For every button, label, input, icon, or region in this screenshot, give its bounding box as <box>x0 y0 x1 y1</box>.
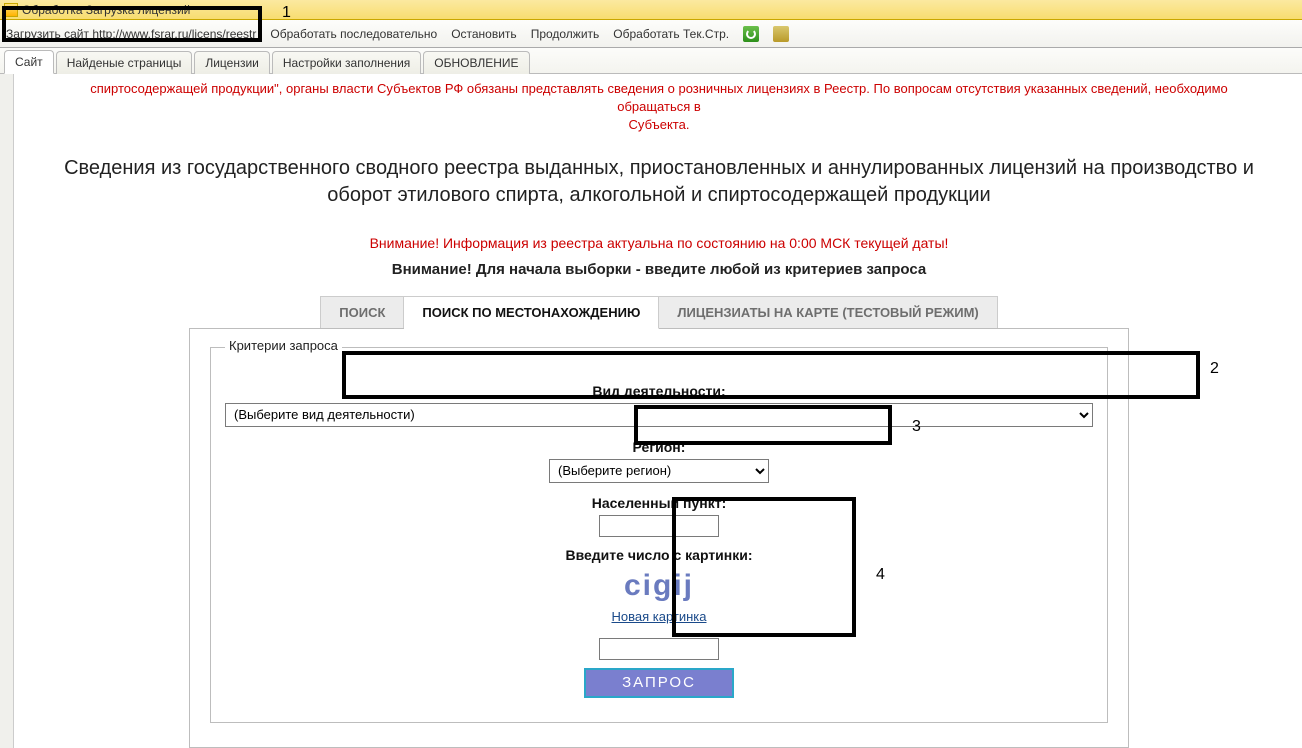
refresh-icon[interactable] <box>743 26 759 42</box>
top-red-note: спиртосодержащей продукции", органы влас… <box>16 74 1302 137</box>
red-note-line1: спиртосодержащей продукции", органы влас… <box>90 81 1228 114</box>
toolbar-load-site[interactable]: Загрузить сайт http://www.fsrar.ru/licen… <box>6 27 256 41</box>
inner-tab-map[interactable]: ЛИЦЕНЗИАТЫ НА КАРТЕ (ТЕСТОВЫЙ РЕЖИМ) <box>659 296 997 329</box>
fieldset-legend: Критерии запроса <box>225 338 342 353</box>
submit-button[interactable]: ЗАПРОС <box>584 668 734 698</box>
inner-tabs: ПОИСК ПОИСК ПО МЕСТОНАХОЖДЕНИЮ ЛИЦЕНЗИАТ… <box>16 296 1302 329</box>
inner-tab-search-location[interactable]: ПОИСК ПО МЕСТОНАХОЖДЕНИЮ <box>404 296 659 329</box>
scrollbar-gutter[interactable] <box>0 74 14 748</box>
tab-fill-settings[interactable]: Настройки заполнения <box>272 51 421 74</box>
captcha-image: cigij <box>225 569 1093 603</box>
tool-icon[interactable] <box>773 26 789 42</box>
captcha-new-link[interactable]: Новая картинка <box>611 609 706 624</box>
main-toolbar: Загрузить сайт http://www.fsrar.ru/licen… <box>0 20 1302 48</box>
toolbar-process-current[interactable]: Обработать Тек.Стр. <box>613 27 729 41</box>
input-locality[interactable] <box>599 515 719 537</box>
app-icon <box>4 3 18 17</box>
page-title: Сведения из государственного сводного ре… <box>16 137 1302 217</box>
tab-update[interactable]: ОБНОВЛЕНИЕ <box>423 51 529 74</box>
inner-tab-search[interactable]: ПОИСК <box>320 296 404 329</box>
toolbar-process-sequential[interactable]: Обработать последовательно <box>270 27 437 41</box>
tab-found-pages[interactable]: Найденые страницы <box>56 51 193 74</box>
document-tabs: Сайт Найденые страницы Лицензии Настройк… <box>0 48 1302 74</box>
toolbar-stop[interactable]: Остановить <box>451 27 517 41</box>
red-note-line2: Субъекта. <box>56 116 1262 134</box>
input-captcha[interactable] <box>599 638 719 660</box>
tab-licenses[interactable]: Лицензии <box>194 51 270 74</box>
label-captcha: Введите число с картинки: <box>225 547 1093 563</box>
tab-site[interactable]: Сайт <box>4 50 54 74</box>
captcha-block: cigij Новая картинка ЗАПРОС <box>225 569 1093 698</box>
label-locality: Населенный пункт: <box>225 495 1093 511</box>
criteria-panel: Критерии запроса Вид деятельности: (Выбе… <box>189 328 1129 748</box>
select-region[interactable]: (Выберите регион) <box>549 459 769 483</box>
label-region: Регион: <box>225 439 1093 455</box>
criteria-fieldset: Критерии запроса Вид деятельности: (Выбе… <box>210 347 1108 723</box>
window-titlebar: Обработка Загрузка лицензий <box>0 0 1302 20</box>
black-note: Внимание! Для начала выборки - введите л… <box>16 261 1302 278</box>
toolbar-continue[interactable]: Продолжить <box>531 27 600 41</box>
window-title: Обработка Загрузка лицензий <box>22 3 190 17</box>
select-activity[interactable]: (Выберите вид деятельности) <box>225 403 1093 427</box>
embedded-page: спиртосодержащей продукции", органы влас… <box>16 74 1302 748</box>
label-activity: Вид деятельности: <box>225 383 1093 399</box>
red-warning: Внимание! Информация из реестра актуальн… <box>16 235 1302 251</box>
